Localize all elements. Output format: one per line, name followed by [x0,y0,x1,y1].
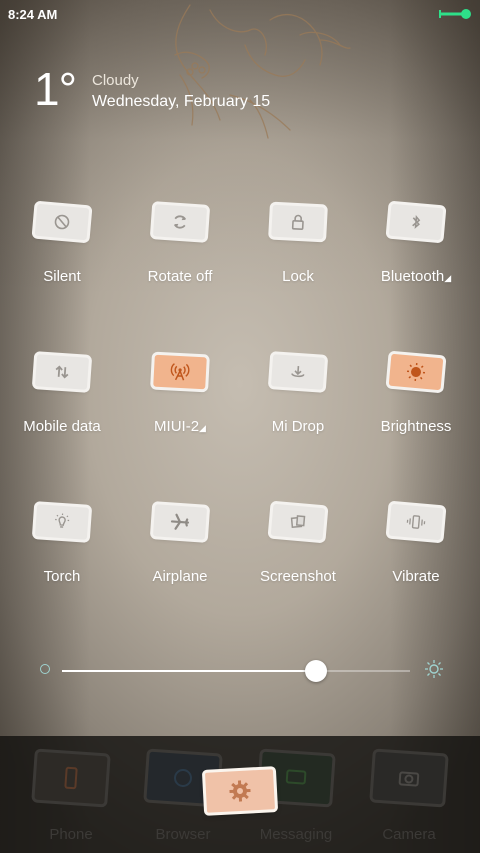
dock-label: Messaging [259,826,333,843]
settings-gear-icon [229,780,251,802]
toggle-label: Screenshot [260,568,336,585]
brightness-low-icon [40,664,50,674]
toggle-vibrate-card [388,503,444,541]
toggle-silent-card [34,203,90,241]
toggle-label: Mobile data [23,418,101,435]
rotate-icon [174,215,186,229]
battery-icon [439,9,471,19]
silent-icon [54,214,70,230]
toggle-label: MIUI-2◢ [154,418,206,435]
toggle-vibrate[interactable]: Vibrate [357,503,475,626]
toggle-brightness[interactable]: Brightness [357,353,475,476]
mi-drop-icon [291,365,305,378]
dock-item-phone[interactable]: Phone [16,751,126,843]
brightness-fill [62,670,317,672]
brightness-icon [406,362,426,382]
dock-item-camera[interactable]: Camera [354,751,464,843]
toggle-airplane[interactable]: Airplane [121,504,239,626]
airplane-icon [170,513,190,530]
toggle-silent[interactable]: Silent [3,203,121,326]
temperature: 1° [34,63,77,115]
toggle-label: Vibrate [392,568,440,585]
camera-icon [372,751,446,805]
toggle-wifi[interactable]: MIUI-2◢ [121,354,239,476]
brightness-high-icon [425,660,443,678]
toggle-screenshot-card [270,503,326,541]
toggle-label: Brightness [380,418,452,435]
toggle-airplane-card [152,504,208,540]
toggle-mobile-data-card [34,354,90,390]
brightness-knob[interactable] [305,660,328,682]
toggle-label: Rotate off [147,268,213,285]
phone-icon [34,751,108,805]
status-bar: 8:24 AM [0,0,480,28]
toggle-brightness-card [388,353,444,391]
weather-widget[interactable]: 1° Cloudy Wednesday, February 15 [34,66,270,112]
weather-date: Wednesday, February 15 [91,93,271,110]
toggle-bluetooth-card [388,203,444,241]
mobile-data-icon [55,365,69,379]
dock-label: Browser [155,826,211,843]
toggle-rotate[interactable]: Rotate off [121,204,239,326]
torch-icon [55,513,70,528]
toggle-lock-card [271,204,325,240]
menu-triangle-icon: ◢ [199,423,206,433]
toggle-mi-drop[interactable]: Mi Drop [239,354,357,476]
wifi-icon [170,363,190,381]
toggle-label: Mi Drop [271,418,325,435]
toggle-torch-card [34,504,90,540]
bluetooth-icon [412,215,421,229]
toggle-mobile-data[interactable]: Mobile data [3,354,121,476]
toggle-torch[interactable]: Torch [3,504,121,626]
weather-condition: Cloudy [91,72,139,89]
toggle-mi-drop-card [270,354,326,390]
toggle-bluetooth[interactable]: Bluetooth◢ [357,203,475,326]
status-time: 8:24 AM [8,6,58,22]
toggle-label: Lock [282,268,314,285]
toggle-wifi-card [153,354,207,390]
settings-button[interactable] [204,769,276,813]
toggle-label: Airplane [152,568,208,585]
toggle-lock[interactable]: Lock [239,204,357,326]
menu-triangle-icon: ◢ [444,273,452,283]
toggle-screenshot[interactable]: Screenshot [239,503,357,626]
toggle-label: Silent [43,268,81,285]
brightness-track[interactable] [62,670,410,672]
screenshot-icon [290,515,306,529]
lock-icon [291,214,304,231]
vibrate-icon [406,515,426,529]
toggle-label: Bluetooth◢ [380,268,452,285]
toggle-label: Torch [43,568,81,585]
dock-label: Camera [382,826,436,843]
dock-label: Phone [49,826,93,843]
toggle-rotate-card [152,204,208,240]
brightness-slider[interactable] [36,656,444,686]
